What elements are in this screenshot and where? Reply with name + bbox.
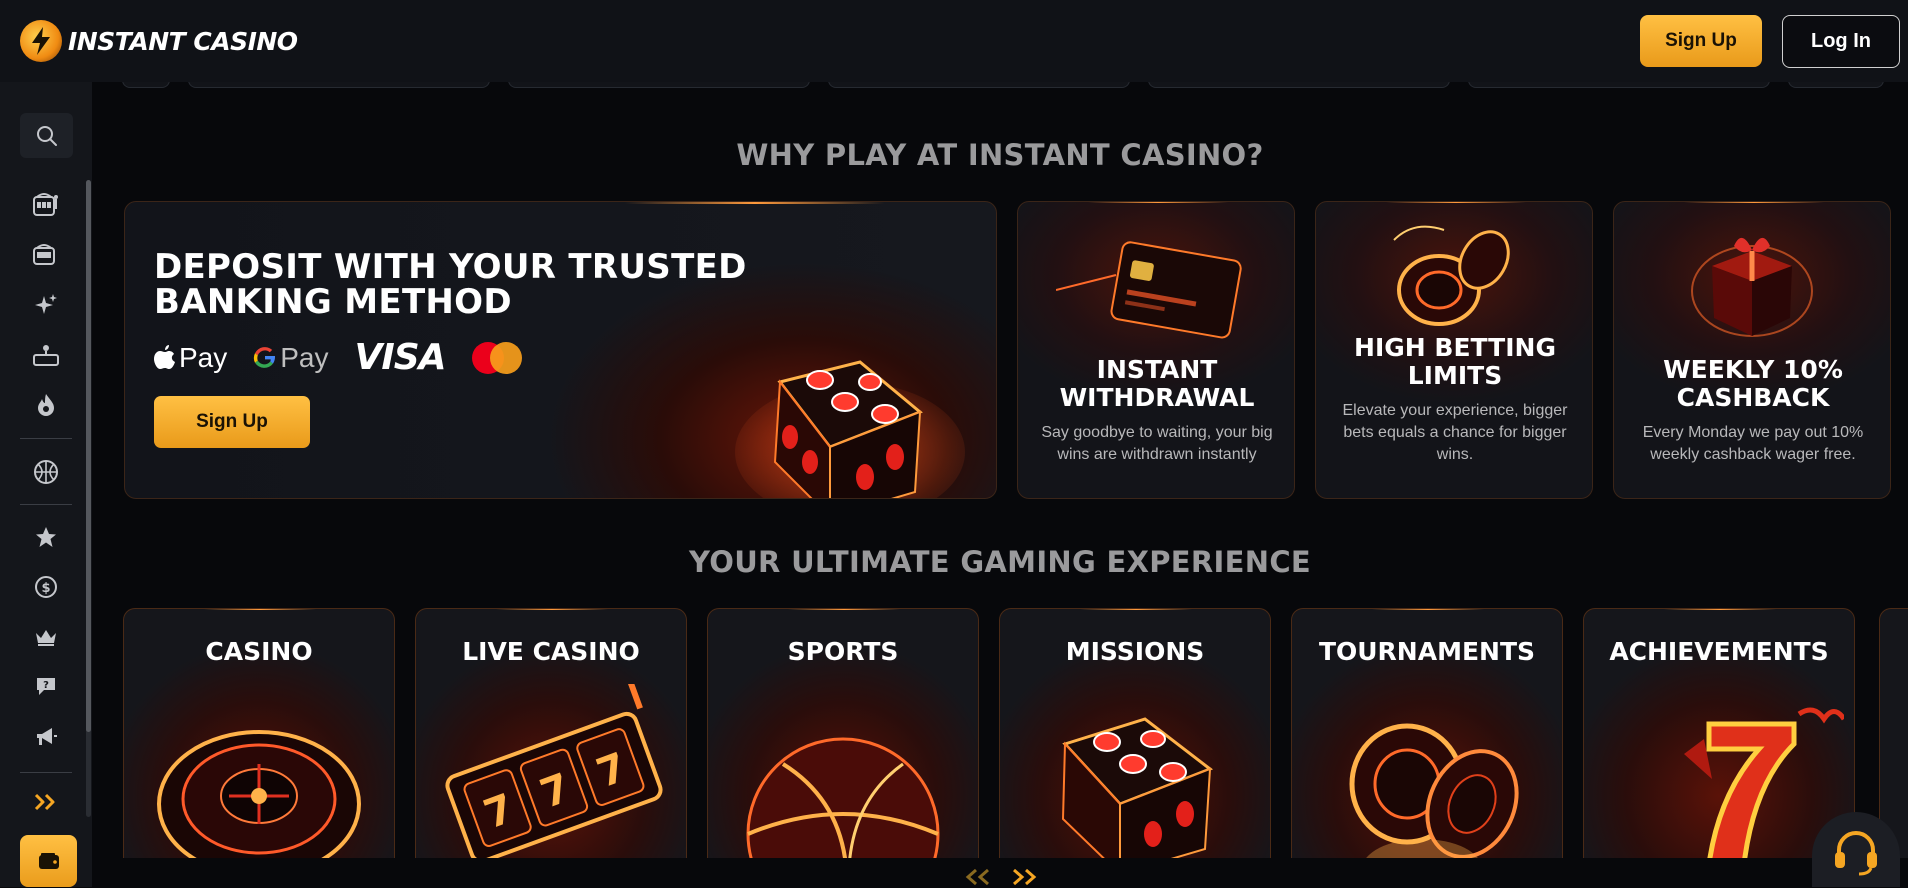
credit-card-icon	[1056, 241, 1242, 339]
sidebar-item-slots[interactable]	[28, 186, 64, 222]
site-logo[interactable]: INSTANT CASINO	[20, 20, 298, 62]
dice-icon	[735, 360, 965, 498]
deposit-banner-title: DEPOSIT WITH YOUR TRUSTED BANKING METHOD	[154, 247, 747, 322]
coin-icon: $	[35, 576, 57, 598]
gaming-experience-heading: YOUR ULTIMATE GAMING EXPERIENCE	[688, 545, 1312, 579]
poker-chips-icon	[1349, 723, 1519, 858]
chips-icon	[1393, 225, 1510, 326]
sidebar-item-vip[interactable]	[28, 619, 64, 655]
feature-description: Say goodbye to waiting, your big wins ar…	[1041, 424, 1273, 463]
apple-pay-logo: Pay	[154, 342, 227, 374]
apple-pay-text: Pay	[179, 341, 228, 373]
game-card-title: ACHIEVEMENTS	[1609, 637, 1829, 666]
sidebar-item-new[interactable]	[28, 287, 64, 323]
sidebar-item-sports[interactable]	[28, 454, 64, 490]
search-icon	[36, 125, 57, 146]
wallet-icon	[38, 853, 59, 869]
mastercard-logo	[471, 341, 522, 374]
apple-icon	[154, 344, 175, 369]
fire-icon	[38, 394, 54, 416]
deposit-banner: DEPOSIT WITH YOUR TRUSTED BANKING METHOD…	[124, 201, 997, 499]
game-card-title: TOURNAMENTS	[1318, 637, 1536, 666]
sidebar-expand-button[interactable]	[28, 786, 64, 818]
gift-icon	[1691, 237, 1813, 337]
sidebar-search-button[interactable]	[20, 113, 73, 158]
slot-reels-icon: 7 7 7	[445, 684, 663, 858]
game-card-title: LIVE CASINO	[462, 637, 640, 666]
game-card-tournaments[interactable]: TOURNAMENTS	[1291, 608, 1563, 858]
chevron-right-double-icon	[1013, 868, 1037, 886]
feature-title: WEEKLY 10% CASHBACK	[1663, 355, 1843, 412]
feature-card-withdrawal[interactable]: INSTANT WITHDRAWAL Say goodbye to waitin…	[1017, 201, 1295, 499]
google-pay-logo: Pay	[253, 341, 329, 374]
payment-methods: Pay Pay VISA	[154, 337, 522, 378]
game-card-title: CASINO	[205, 637, 313, 666]
logo-text: INSTANT CASINO	[68, 26, 298, 56]
feature-title: INSTANT WITHDRAWAL	[1059, 355, 1255, 412]
feature-card-cashback[interactable]: WEEKLY 10% CASHBACK Every Monday we pay …	[1613, 201, 1891, 499]
chevron-left-double-icon	[965, 868, 989, 886]
sports-icon	[34, 460, 58, 484]
wallet-button[interactable]	[20, 835, 77, 887]
sidebar-divider	[20, 772, 72, 773]
visa-logo: VISA	[354, 337, 447, 378]
main-content: WHY PLAY AT INSTANT CASINO? DEPOSIT WITH…	[92, 74, 1908, 888]
deposit-signup-button[interactable]: Sign Up	[154, 396, 310, 448]
sidebar-item-hot[interactable]	[28, 387, 64, 423]
expand-icon	[34, 793, 55, 811]
next-card-edge	[1879, 608, 1908, 858]
sidebar-item-promotions[interactable]: $	[28, 569, 64, 605]
live-dealer-icon	[33, 345, 59, 366]
sidebar-item-favorites[interactable]	[28, 519, 64, 555]
headset-icon	[1835, 831, 1877, 876]
previous-carousel-edge	[92, 74, 1908, 88]
basketball-icon	[746, 737, 940, 858]
game-card-title: MISSIONS	[1065, 637, 1205, 666]
feature-card-betting-limits[interactable]: HIGH BETTING LIMITS Elevate your experie…	[1315, 201, 1593, 499]
sidebar: $ ?	[0, 82, 92, 887]
lightning-logo-icon	[20, 20, 62, 62]
sidebar-item-support[interactable]: ?	[28, 669, 64, 705]
feature-title: HIGH BETTING LIMITS	[1354, 333, 1556, 390]
feature-description: Elevate your experience, bigger bets equ…	[1342, 402, 1568, 463]
slot-machine-icon	[33, 193, 58, 216]
why-play-heading: WHY PLAY AT INSTANT CASINO?	[736, 138, 1264, 172]
carousel-next-button[interactable]	[1010, 868, 1038, 888]
game-card-live-casino[interactable]: LIVE CASINO 7 7 7	[415, 608, 687, 858]
carousel-navigation	[964, 868, 1038, 888]
sidebar-item-live[interactable]	[28, 337, 64, 373]
lucky-seven-icon	[1684, 707, 1844, 858]
game-card-achievements[interactable]: ACHIEVEMENTS	[1583, 608, 1855, 858]
carousel-prev-button[interactable]	[964, 868, 992, 888]
dice-icon	[1061, 717, 1214, 858]
google-pay-text: Pay	[280, 341, 329, 373]
game-card-title: SPORTS	[787, 637, 899, 666]
svg-text:$: $	[41, 581, 50, 596]
header-login-button[interactable]: Log In	[1782, 14, 1900, 68]
svg-text:?: ?	[43, 680, 49, 691]
slot-machine-alt-icon	[33, 244, 55, 265]
game-card-sports[interactable]: SPORTS	[707, 608, 979, 858]
top-header: INSTANT CASINO Sign Up Log In	[0, 0, 1908, 82]
chat-help-icon: ?	[37, 678, 55, 695]
header-signup-button[interactable]: Sign Up	[1640, 15, 1762, 67]
game-card-missions[interactable]: MISSIONS	[999, 608, 1271, 858]
star-icon	[36, 527, 56, 547]
megaphone-icon	[37, 728, 57, 745]
sidebar-item-news[interactable]	[28, 719, 64, 755]
crown-icon	[36, 630, 56, 646]
sidebar-divider	[20, 504, 72, 505]
feature-description: Every Monday we pay out 10% weekly cashb…	[1642, 424, 1864, 463]
sidebar-item-slots-alt[interactable]	[28, 236, 64, 272]
roulette-icon	[157, 730, 361, 858]
google-g-icon	[254, 346, 276, 368]
sparkles-icon	[35, 294, 57, 314]
game-card-casino[interactable]: CASINO	[123, 608, 395, 858]
sidebar-divider	[20, 438, 72, 439]
sidebar-scrollbar[interactable]	[86, 180, 91, 732]
